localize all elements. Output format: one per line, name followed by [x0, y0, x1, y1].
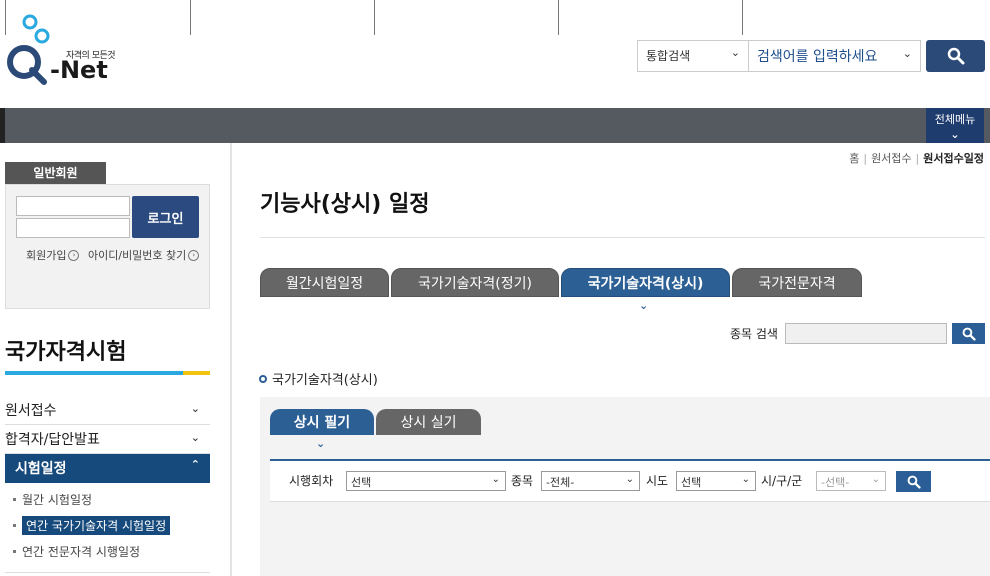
chevron-right-icon: › — [188, 249, 200, 261]
breadcrumb: 홈 | 원서접수 | 원서접수일정 — [849, 150, 984, 166]
find-account-label: 아이디/비밀번호 찾기 — [88, 249, 187, 262]
chevron-right-icon: › — [68, 249, 80, 261]
sidebar-subitem-label: 연간 전문자격 시행일정 — [22, 545, 141, 559]
chevron-up-icon: ⌃ — [190, 458, 200, 471]
bullet-icon — [13, 524, 16, 527]
city-select-value: -선택- — [821, 476, 850, 489]
chevron-down-icon: ⌄ — [950, 128, 960, 141]
breadcrumb-separator: | — [863, 152, 868, 165]
login-id-field[interactable] — [16, 196, 130, 216]
gnb-edge — [0, 108, 5, 143]
search-button[interactable] — [926, 40, 985, 72]
title-divider — [260, 237, 985, 238]
bullet-icon — [13, 498, 16, 501]
sidebar-subitem-annual-professional[interactable]: 연간 전문자격 시행일정 — [13, 543, 140, 560]
item-search-input[interactable] — [785, 323, 947, 344]
province-select[interactable]: 선택 ⌄ — [676, 471, 756, 491]
round-label: 시행회차 — [289, 474, 334, 488]
sidebar-subitem-label: 월간 시험일정 — [22, 493, 93, 507]
province-label: 시도 — [646, 474, 669, 488]
sidebar-item-label: 시험일정 — [15, 461, 67, 477]
chevron-down-icon: ⌄ — [190, 431, 200, 444]
chevron-down-icon: ⌄ — [491, 474, 500, 485]
sidebar-item-label: 원서접수 — [5, 403, 57, 419]
logo-name: -Net — [50, 56, 108, 84]
breadcrumb-separator: | — [915, 152, 920, 165]
round-select-value: 선택 — [351, 476, 372, 489]
sidebar-subitem-annual-technical[interactable]: 연간 국가기술자격 시험일정 — [13, 516, 171, 535]
sidebar-title: 국가자격시험 — [5, 340, 127, 365]
province-select-value: 선택 — [681, 476, 702, 489]
section-title: 국가기술자격(상시) — [259, 369, 378, 388]
search-scope-value: 통합검색 — [646, 49, 691, 63]
subtab-practical[interactable]: 상시 실기 — [376, 409, 481, 435]
breadcrumb-home[interactable]: 홈 — [849, 152, 859, 165]
breadcrumb-level1[interactable]: 원서접수 — [871, 152, 911, 165]
sidebar-subitem-monthly[interactable]: 월간 시험일정 — [13, 491, 92, 508]
sidebar-divider — [230, 143, 232, 576]
global-nav — [0, 108, 990, 143]
filter-search-button[interactable] — [896, 471, 931, 492]
search-icon — [907, 475, 921, 489]
all-menu-button[interactable]: 전체메뉴 ⌄ — [926, 108, 984, 143]
gnb-item-support[interactable]: 고객지원 — [742, 0, 926, 35]
all-menu-label: 전체메뉴 — [934, 113, 976, 126]
search-input[interactable]: 검색어를 입력하세요 ⌄ — [749, 40, 921, 72]
tab-technical-regular[interactable]: 국가기술자격(정기) — [391, 268, 559, 297]
login-password-field[interactable] — [16, 218, 130, 238]
item-search-button[interactable] — [952, 323, 985, 344]
city-select[interactable]: -선택- ⌄ — [816, 471, 886, 491]
gnb-item-mypage[interactable]: 마이페이지 — [558, 0, 742, 35]
sidebar-item-results[interactable]: 합격자/답안발표 ⌄ — [5, 425, 210, 454]
breadcrumb-current: 원서접수일정 — [923, 152, 984, 165]
sidebar-item-label: 합격자/답안발표 — [5, 432, 100, 448]
signup-link-label: 회원가입 — [26, 249, 67, 262]
search-icon — [947, 47, 964, 65]
sidebar-item-schedule[interactable]: 시험일정 ⌃ — [5, 454, 210, 483]
subtab-written[interactable]: 상시 필기 — [270, 409, 374, 435]
sidebar-accent-blue — [5, 371, 183, 375]
item-search-label: 종목 검색 — [730, 327, 778, 341]
city-label: 시/구/군 — [761, 474, 803, 488]
search-placeholder: 검색어를 입력하세요 — [757, 49, 878, 65]
chevron-down-icon: ⌄ — [902, 47, 912, 60]
sidebar-subitem-label: 연간 국가기술자격 시험일정 — [22, 516, 171, 535]
item-select[interactable]: -전체- ⌄ — [541, 471, 640, 491]
sidebar-bottom-line — [5, 572, 210, 573]
chevron-down-icon: ⌄ — [741, 474, 750, 485]
round-select[interactable]: 선택 ⌄ — [346, 471, 506, 491]
sidebar-accent-yellow — [183, 371, 210, 375]
page-title: 기능사(상시) 일정 — [260, 192, 430, 217]
section-title-label: 국가기술자격(상시) — [272, 373, 378, 388]
chevron-down-icon: ⌄ — [639, 299, 649, 312]
chevron-down-icon: ⌄ — [190, 402, 200, 415]
item-select-value: -전체- — [546, 476, 575, 489]
tab-professional[interactable]: 국가전문자격 — [732, 268, 862, 297]
chevron-down-icon: ⌄ — [730, 46, 740, 59]
chevron-down-icon: ⌄ — [316, 437, 326, 450]
gnb-item-professional-exam[interactable]: 전문자격시험 — [190, 0, 374, 35]
gnb-item-certificate[interactable]: 자격증/확인서 — [374, 0, 558, 35]
gnb-item-national-exam[interactable]: 국가자격시험 — [5, 0, 190, 35]
item-label: 종목 — [511, 474, 534, 488]
circle-bullet-icon — [259, 374, 267, 383]
bullet-icon — [13, 550, 16, 553]
chevron-down-icon: ⌄ — [871, 474, 880, 485]
sidebar-item-application[interactable]: 원서접수 ⌄ — [5, 396, 210, 425]
tab-monthly[interactable]: 월간시험일정 — [260, 268, 389, 297]
login-button[interactable]: 로그인 — [132, 196, 199, 238]
find-account-link[interactable]: 아이디/비밀번호 찾기 › — [88, 247, 200, 263]
search-scope-select[interactable]: 통합검색 ⌄ — [637, 40, 749, 72]
chevron-down-icon: ⌄ — [625, 474, 634, 485]
signup-link[interactable]: 회원가입 › — [26, 247, 80, 263]
member-tab[interactable]: 일반회원 — [5, 162, 106, 184]
search-icon — [962, 327, 976, 341]
tab-technical-ondemand[interactable]: 국가기술자격(상시) — [561, 268, 730, 297]
